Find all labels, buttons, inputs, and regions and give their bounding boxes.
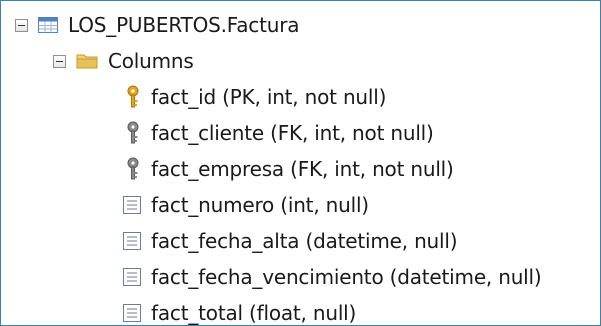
foreign-key-icon: [125, 121, 141, 145]
tree-node-columns-folder[interactable]: Columns: [53, 43, 194, 79]
folder-icon: [76, 52, 98, 70]
column-row[interactable]: fact_id (PK, int, not null): [125, 79, 386, 115]
column-icon: [123, 304, 141, 322]
object-explorer-tree: LOS_PUBERTOS.Factura Columns fact_id (PK…: [0, 0, 601, 326]
column-label: fact_empresa (FK, int, not null): [151, 157, 454, 181]
column-label: fact_numero (int, null): [151, 193, 369, 217]
foreign-key-icon: [125, 157, 141, 181]
collapse-toggle-icon[interactable]: [15, 18, 28, 32]
columns-folder-label: Columns: [108, 49, 194, 73]
column-row[interactable]: fact_fecha_alta (datetime, null): [123, 223, 458, 259]
column-label: fact_fecha_alta (datetime, null): [151, 229, 458, 253]
column-label: fact_id (PK, int, not null): [151, 85, 387, 109]
table-name: LOS_PUBERTOS.Factura: [68, 13, 300, 37]
column-row[interactable]: fact_total (float, null): [123, 295, 357, 325]
column-icon: [123, 196, 141, 214]
column-row[interactable]: fact_cliente (FK, int, not null): [125, 115, 434, 151]
collapse-toggle-icon[interactable]: [53, 54, 66, 68]
table-icon: [38, 16, 58, 34]
column-label: fact_fecha_vencimiento (datetime, null): [151, 265, 542, 289]
primary-key-icon: [125, 85, 141, 109]
column-icon: [123, 232, 141, 250]
column-row[interactable]: fact_empresa (FK, int, not null): [125, 151, 454, 187]
column-label: fact_total (float, null): [151, 301, 357, 325]
column-label: fact_cliente (FK, int, not null): [151, 121, 434, 145]
column-row[interactable]: fact_fecha_vencimiento (datetime, null): [123, 259, 542, 295]
column-row[interactable]: fact_numero (int, null): [123, 187, 369, 223]
column-icon: [123, 268, 141, 286]
tree-node-table[interactable]: LOS_PUBERTOS.Factura: [15, 7, 299, 43]
